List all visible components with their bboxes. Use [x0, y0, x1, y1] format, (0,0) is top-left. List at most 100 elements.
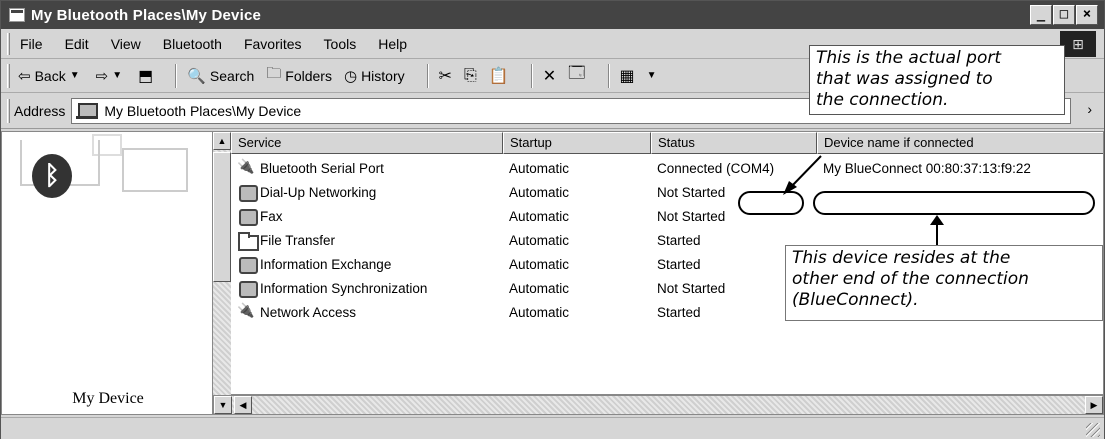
service-name: Dial-Up Networking: [260, 184, 377, 200]
sync-icon: [237, 279, 258, 298]
column-device-name[interactable]: Device name if connected: [817, 132, 1103, 154]
back-arrow-icon: ⇦: [18, 67, 31, 85]
menu-favorites[interactable]: Favorites: [244, 36, 302, 52]
decoration-box: [122, 148, 188, 192]
toolbar-separator: [607, 63, 610, 88]
scroll-up-icon[interactable]: ▲: [213, 132, 231, 150]
title-bar[interactable]: My Bluetooth Places\My Device _ □ ×: [1, 1, 1104, 29]
device-label: My Device: [72, 390, 144, 407]
window-title: My Bluetooth Places\My Device: [31, 6, 262, 24]
left-pane: ᛒ My Device: [1, 131, 213, 415]
history-icon: ◷: [343, 67, 358, 85]
cut-icon[interactable]: ✂: [439, 66, 452, 86]
column-service[interactable]: Service: [231, 132, 503, 154]
forward-dropdown-icon[interactable]: ▼: [112, 70, 122, 81]
forward-arrow-icon: ⇨: [95, 67, 109, 85]
startup-cell: Automatic: [509, 184, 570, 200]
menu-tools[interactable]: Tools: [324, 36, 357, 52]
history-label: History: [361, 67, 405, 84]
service-name: Bluetooth Serial Port: [260, 160, 384, 176]
delete-icon[interactable]: ✕: [543, 66, 556, 86]
device-annotation-line: This device resides at the: [792, 248, 1011, 268]
address-grip[interactable]: [7, 98, 10, 123]
device-cell: My BlueConnect 00:80:37:13:f9:22: [823, 160, 1031, 176]
left-pane-scrollbar[interactable]: ▲ ▼: [213, 131, 231, 415]
service-cell: Fax: [231, 207, 503, 226]
startup-cell: Automatic: [509, 208, 570, 224]
folder-icon: [237, 231, 259, 251]
startup-cell: Automatic: [509, 256, 570, 272]
scroll-left-icon[interactable]: ◀: [234, 396, 252, 414]
service-cell: Information Exchange: [231, 255, 503, 274]
port-arrow: [783, 155, 822, 195]
network-access-icon: [237, 302, 257, 321]
toolbar-separator: [175, 63, 178, 88]
service-cell: Network Access: [231, 302, 503, 321]
menu-grip[interactable]: [7, 32, 10, 55]
status-bar: [1, 417, 1104, 439]
folders-label: Folders: [285, 67, 332, 84]
back-button[interactable]: ⇦ Back ▼: [18, 67, 84, 85]
up-folder-icon[interactable]: ⬒: [138, 66, 153, 86]
menu-view[interactable]: View: [111, 36, 141, 52]
port-annotation-line: This is the actual port: [816, 48, 1002, 68]
service-cell: Dial-Up Networking: [231, 183, 503, 202]
window-icon[interactable]: [9, 8, 25, 22]
scroll-right-icon[interactable]: ▶: [1085, 396, 1103, 414]
toolbar-grip[interactable]: [7, 63, 10, 88]
copy-icon[interactable]: ⎘: [464, 67, 477, 85]
properties-icon[interactable]: 🗔: [568, 62, 585, 89]
service-name: Information Exchange: [260, 256, 392, 272]
device-annotation: This device resides at the other end of …: [785, 245, 1103, 321]
search-button[interactable]: 🔍 Search: [187, 67, 254, 85]
windows-logo-icon: ⊞: [1060, 31, 1096, 57]
column-startup[interactable]: Startup: [503, 132, 651, 154]
search-icon: 🔍: [187, 67, 206, 85]
startup-cell: Automatic: [509, 280, 570, 296]
serial-port-icon: [237, 158, 257, 177]
maximize-button[interactable]: □: [1053, 5, 1075, 25]
forward-button[interactable]: ⇨ ▼: [96, 67, 126, 85]
device-highlight-circle: [813, 191, 1095, 215]
back-label: Back: [34, 67, 66, 84]
scroll-thumb[interactable]: [213, 152, 231, 282]
horizontal-scrollbar[interactable]: ▼ ◀ ▶: [213, 395, 1104, 415]
folders-button[interactable]: 🗀 Folders: [266, 63, 332, 88]
resize-grip-icon[interactable]: [1086, 423, 1100, 437]
service-name: Information Synchronization: [260, 280, 428, 296]
search-label: Search: [209, 67, 255, 84]
port-annotation: This is the actual port that was assigne…: [809, 45, 1065, 115]
back-dropdown-icon[interactable]: ▼: [70, 70, 80, 81]
port-annotation-line: the connection.: [816, 90, 949, 110]
menu-help[interactable]: Help: [378, 36, 407, 52]
info-exchange-icon: [237, 255, 258, 274]
minimize-button[interactable]: _: [1030, 5, 1052, 25]
port-annotation-line: that was assigned to: [816, 69, 993, 89]
service-name: Network Access: [260, 304, 357, 320]
close-button[interactable]: ×: [1076, 5, 1098, 25]
service-cell: Bluetooth Serial Port: [231, 158, 503, 177]
history-button[interactable]: ◷ History: [344, 67, 405, 85]
startup-cell: Automatic: [509, 232, 570, 248]
go-icon[interactable]: ›: [1087, 101, 1092, 117]
menu-bluetooth[interactable]: Bluetooth: [163, 36, 222, 52]
explorer-window: My Bluetooth Places\My Device _ □ × File…: [0, 0, 1105, 439]
list-header: Service Startup Status Device name if co…: [231, 132, 1103, 154]
service-name: Fax: [260, 208, 283, 224]
service-cell: File Transfer: [231, 231, 503, 251]
window-controls: _ □ ×: [1029, 5, 1098, 25]
device-arrow: [930, 215, 944, 245]
toolbar-separator: [530, 63, 533, 88]
startup-cell: Automatic: [509, 304, 570, 320]
scroll-down-icon[interactable]: ▼: [214, 396, 232, 414]
paste-icon[interactable]: 📋: [489, 66, 509, 86]
device-annotation-line: (BlueConnect).: [792, 290, 919, 310]
menu-edit[interactable]: Edit: [65, 36, 89, 52]
menu-file[interactable]: File: [20, 36, 43, 52]
startup-cell: Automatic: [509, 160, 570, 176]
views-icon[interactable]: ▦: [620, 66, 635, 86]
views-dropdown-icon[interactable]: ▼: [647, 70, 657, 81]
address-label: Address: [14, 102, 66, 119]
table-row[interactable]: Bluetooth Serial Port Automatic Connecte…: [231, 156, 1103, 180]
device-annotation-line: other end of the connection: [792, 269, 1029, 289]
